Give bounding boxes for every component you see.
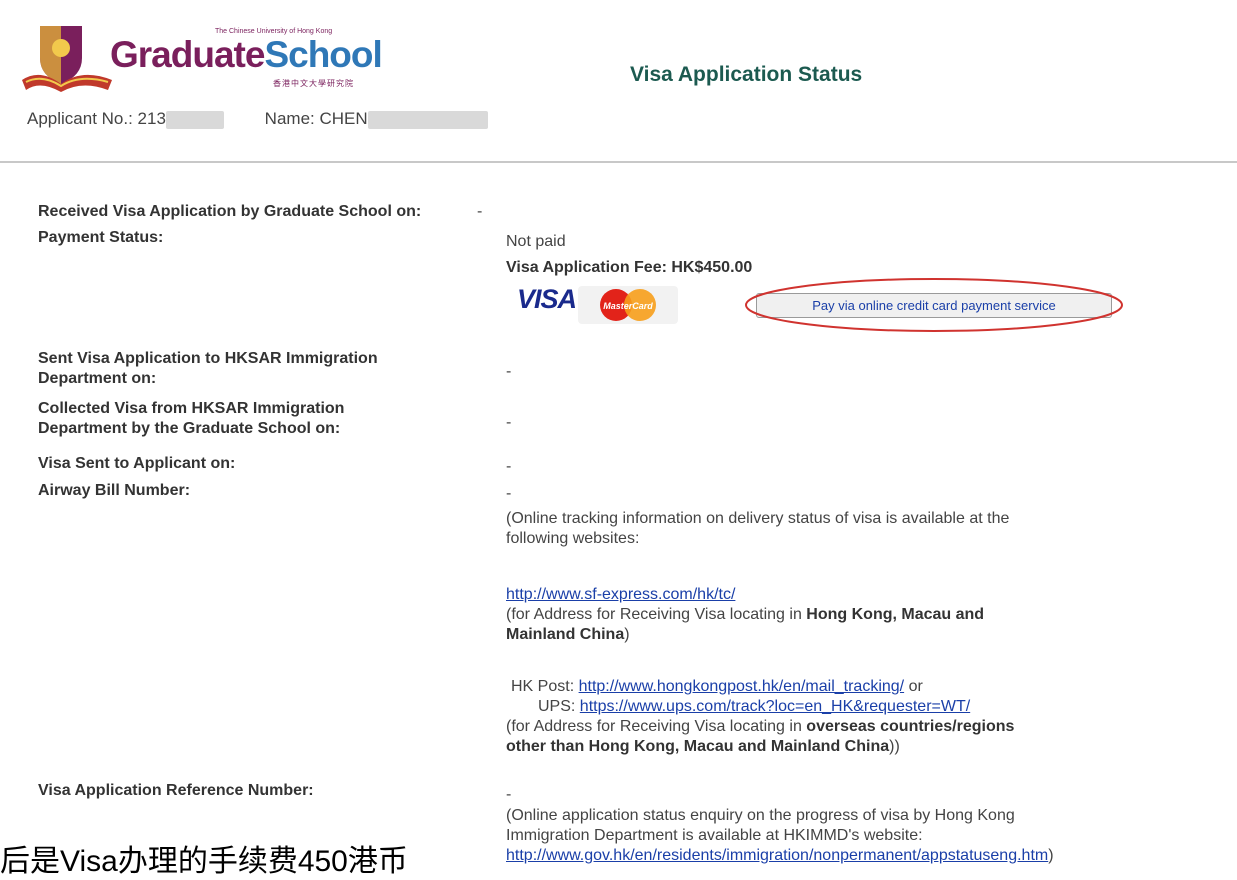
sf-express-block: http://www.sf-express.com/hk/tc/ (for Ad… — [506, 586, 985, 643]
applicant-no-partial: 3 — [156, 109, 166, 128]
airway-bill-value: - — [506, 485, 512, 502]
applicant-name-redaction — [367, 110, 488, 129]
collected-visa-value: - — [506, 414, 512, 431]
logo-chinese-text: 香港中文大學研究院 — [273, 79, 354, 88]
immigration-enquiry-text: (Online application status enquiry on th… — [506, 807, 1054, 864]
page-title: Visa Application Status — [630, 63, 863, 86]
payment-status-value: Not paid — [506, 233, 566, 250]
mastercard-logo: MasterCard — [578, 286, 678, 324]
sent-to-immigration-value: - — [506, 363, 512, 380]
applicant-no-redaction — [165, 110, 224, 129]
logo-wordmark: GraduateSchool — [110, 34, 383, 75]
chinese-caption: 后是Visa办理的手续费450港币 — [0, 845, 408, 878]
applicant-name-label: Name: CHE — [264, 109, 356, 128]
reference-number-label: Visa Application Reference Number: — [38, 782, 314, 799]
immigration-status-link[interactable]: http://www.gov.hk/en/residents/immigrati… — [506, 847, 1048, 864]
cuhk-crest-icon — [22, 26, 112, 92]
visa-card-logo: VISA — [517, 284, 577, 314]
visa-fee-text: Visa Application Fee: HK$450.00 — [506, 259, 753, 276]
sf-express-link[interactable]: http://www.sf-express.com/hk/tc/ — [506, 586, 735, 603]
visa-sent-label: Visa Sent to Applicant on: — [38, 455, 236, 472]
received-value: - — [477, 203, 483, 220]
overseas-note: (for Address for Receiving Visa locating… — [506, 718, 1015, 755]
applicant-name-partial: N — [355, 109, 368, 128]
hk-post-tracking-link[interactable]: http://www.hongkongpost.hk/en/mail_track… — [579, 678, 905, 695]
page-header: The Chinese University of Hong Kong Grad… — [0, 0, 1237, 163]
ups-row: UPS: https://www.ups.com/track?loc=en_HK… — [538, 698, 971, 715]
airway-bill-label: Airway Bill Number: — [38, 482, 191, 499]
mastercard-logo-text: MasterCard — [603, 301, 653, 311]
tracking-info-text: (Online tracking information on delivery… — [506, 510, 1010, 547]
payment-status-label: Payment Status: — [38, 229, 164, 246]
applicant-info: Applicant No.: 213 Name: CHEN — [27, 109, 488, 129]
collected-visa-label: Collected Visa from HKSAR Immigration Dep… — [38, 400, 345, 437]
ups-tracking-link[interactable]: https://www.ups.com/track?loc=en_HK&requ… — [580, 698, 970, 715]
applicant-no-label: Applicant No.: 21 — [27, 109, 157, 128]
reference-number-value: - — [506, 786, 512, 803]
header-divider — [0, 161, 1237, 163]
hk-post-row: HK Post: http://www.hongkongpost.hk/en/m… — [511, 678, 923, 695]
received-label: Received Visa Application by Graduate Sc… — [38, 203, 422, 220]
cuhk-graduate-school-logo[interactable]: The Chinese University of Hong Kong Grad… — [15, 18, 395, 98]
pay-online-credit-card-button[interactable]: Pay via online credit card payment servi… — [756, 293, 1112, 318]
sent-to-immigration-label: Sent Visa Application to HKSAR Immigrati… — [38, 350, 378, 387]
visa-sent-value: - — [506, 458, 512, 475]
